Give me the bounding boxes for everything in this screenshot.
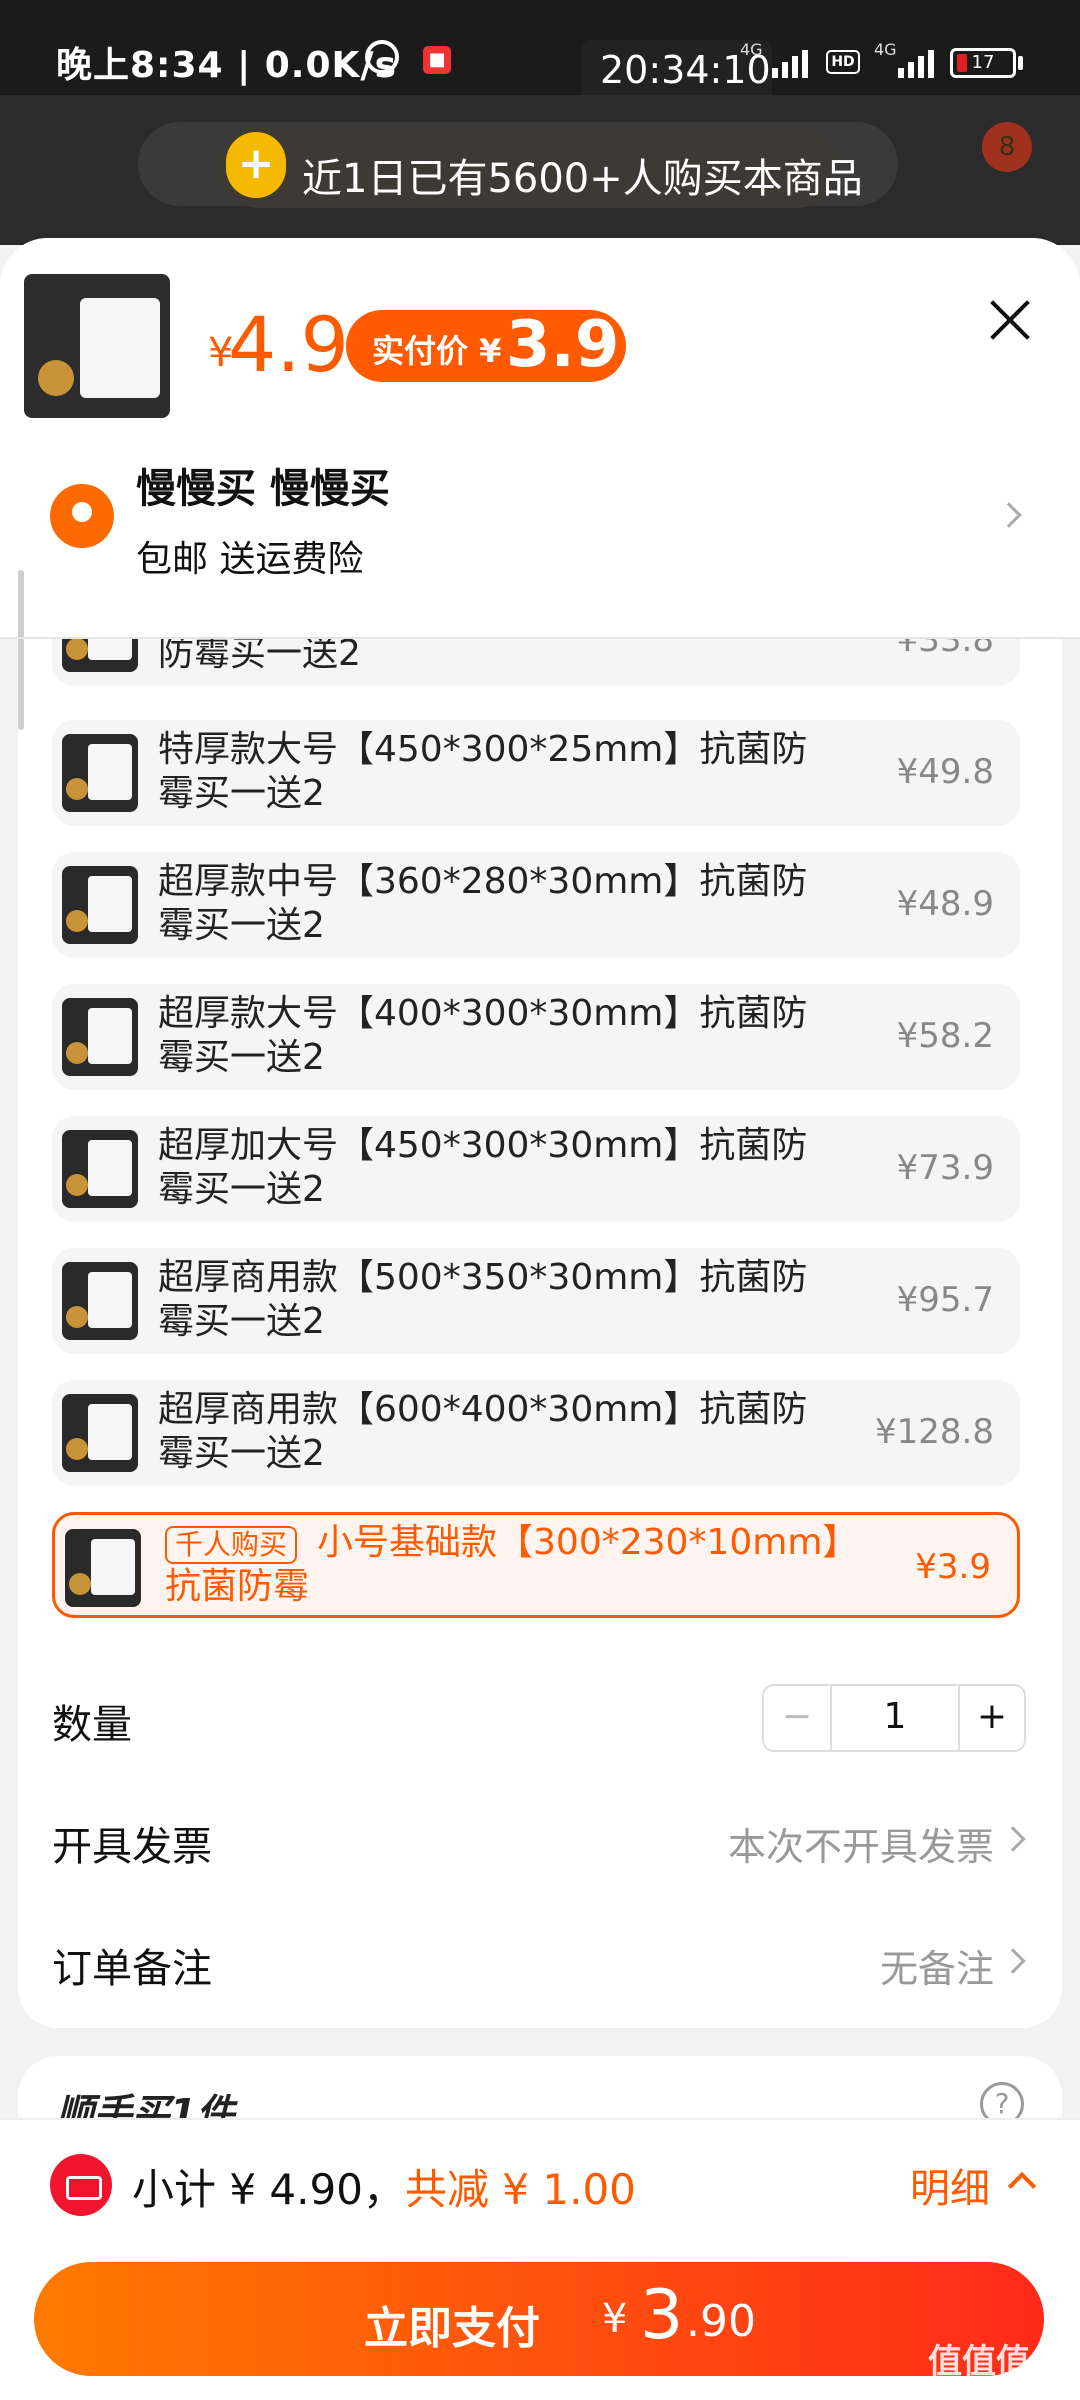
network-label-2: 4G — [874, 40, 897, 59]
banner-text: 近1日已有5600+人购买本商品 — [302, 156, 863, 202]
order-note-value[interactable]: 无备注 — [880, 1938, 994, 1993]
sku-option[interactable]: 超厚商用款【500*350*30mm】抗菌防霉买一送2 ¥95.7 — [52, 1248, 1020, 1354]
network-label: 4G — [740, 40, 763, 59]
actual-price-label: 实付价 ¥ — [372, 332, 502, 370]
sku-price: ¥49.8 — [896, 752, 994, 792]
status-bar: 晚上8:34 | 0.0K/s ■ 20:34:10 4G HD 4G 17 — [0, 0, 1080, 104]
product-price: 4.9 — [228, 300, 349, 389]
sku-name: 超厚款中号【360*280*30mm】抗菌防霉买一送2 — [158, 861, 808, 946]
app-notification-icon: ■ — [423, 46, 451, 74]
alarm-icon — [365, 40, 399, 74]
sku-name: 超厚商用款【500*350*30mm】抗菌防霉买一送2 — [158, 1257, 808, 1342]
sku-price: ¥58.2 — [896, 1016, 994, 1056]
sku-name: 超厚款大号【400*300*30mm】抗菌防霉买一送2 — [158, 993, 808, 1078]
battery-tip — [1018, 56, 1023, 70]
sku-thumbnail — [62, 866, 138, 944]
sku-option[interactable]: 特厚款大号【450*300*25mm】抗菌防霉买一送2 ¥49.8 — [52, 720, 1020, 826]
cart-badge: 8 — [982, 122, 1032, 172]
sku-name: 超厚加大号【450*300*30mm】抗菌防霉买一送2 — [158, 1125, 808, 1210]
sku-price: ¥3.9 — [915, 1547, 991, 1587]
invoice-value[interactable]: 本次不开具发票 — [728, 1816, 994, 1871]
product-thumbnail[interactable] — [24, 274, 170, 418]
quantity-stepper: − 1 + — [762, 1684, 1026, 1752]
sku-name: 超厚商用款【600*400*30mm】抗菌防霉买一送2 — [158, 1389, 808, 1474]
increase-button[interactable]: + — [960, 1686, 1024, 1750]
close-icon[interactable] — [988, 298, 1032, 342]
invoice-label: 开具发票 — [52, 1824, 212, 1870]
shipping-info: 包邮 送运费险 — [136, 539, 364, 580]
location-icon — [50, 484, 114, 548]
subtotal-text: 小计 ¥ 4.90， — [132, 2165, 405, 2214]
sku-option[interactable]: 超厚商用款【600*400*30mm】抗菌防霉买一送2 ¥128.8 — [52, 1380, 1020, 1486]
hd-icon: HD — [826, 50, 860, 74]
subtotal-summary: 小计 ¥ 4.90，共减 ¥ 1.00 — [132, 2156, 636, 2217]
sku-price: ¥48.9 — [896, 884, 994, 924]
pay-button-currency: ¥ — [602, 2296, 628, 2342]
sku-price: ¥73.9 — [896, 1148, 994, 1188]
sku-thumbnail — [62, 1394, 138, 1472]
actual-price-value: 3.9 — [506, 308, 620, 382]
sku-thumbnail — [65, 1529, 141, 1607]
lock-icon — [226, 132, 286, 198]
detail-link[interactable]: 明细 — [910, 2156, 990, 2214]
scrollbar[interactable] — [18, 570, 24, 730]
address-name[interactable]: 慢慢买 慢慢买 — [136, 456, 390, 514]
discount-text: 共减 ¥ 1.00 — [404, 2165, 636, 2214]
quantity-label: 数量 — [52, 1702, 132, 1748]
pay-button-label: 立即支付 — [364, 2303, 540, 2354]
signal-icon — [772, 46, 808, 78]
pay-button-cents: .90 — [686, 2296, 756, 2347]
popular-tag: 千人购买 — [165, 1526, 298, 1564]
sku-option-selected[interactable]: 千人购买 小号基础款【300*230*10mm】抗菌防霉 ¥3.9 — [52, 1512, 1020, 1618]
sku-option[interactable]: 超厚加大号【450*300*30mm】抗菌防霉买一送2 ¥73.9 — [52, 1116, 1020, 1222]
sku-thumbnail — [62, 734, 138, 812]
sku-price: ¥95.7 — [896, 1280, 994, 1320]
sku-thumbnail — [62, 1262, 138, 1340]
coupon-icon — [50, 2154, 112, 2216]
battery-level: 17 — [971, 52, 995, 73]
decrease-button[interactable]: − — [764, 1686, 832, 1750]
sku-option[interactable]: 超厚款大号【400*300*30mm】抗菌防霉买一送2 ¥58.2 — [52, 984, 1020, 1090]
status-text: 晚上8:34 | 0.0K/s — [56, 45, 398, 86]
pay-button-amount: 3 — [640, 2276, 684, 2355]
sku-thumbnail — [62, 1130, 138, 1208]
signal-icon-2 — [898, 46, 934, 78]
watermark-url: zhizhizhi.com — [930, 2376, 1039, 2395]
order-note-label: 订单备注 — [52, 1946, 212, 1992]
battery-icon: 17 — [950, 48, 1016, 78]
sku-name: 千人购买 小号基础款【300*230*10mm】抗菌防霉 — [165, 1521, 845, 1609]
quantity-input[interactable]: 1 — [832, 1686, 960, 1750]
pay-now-button[interactable]: 立即支付 ¥ 3 .90 — [34, 2262, 1044, 2376]
sku-thumbnail — [62, 998, 138, 1076]
sku-name: 特厚款大号【450*300*25mm】抗菌防霉买一送2 — [158, 729, 808, 814]
divider — [0, 637, 1080, 639]
sku-option[interactable]: 超厚款中号【360*280*30mm】抗菌防霉买一送2 ¥48.9 — [52, 852, 1020, 958]
sku-price: ¥128.8 — [875, 1412, 994, 1452]
